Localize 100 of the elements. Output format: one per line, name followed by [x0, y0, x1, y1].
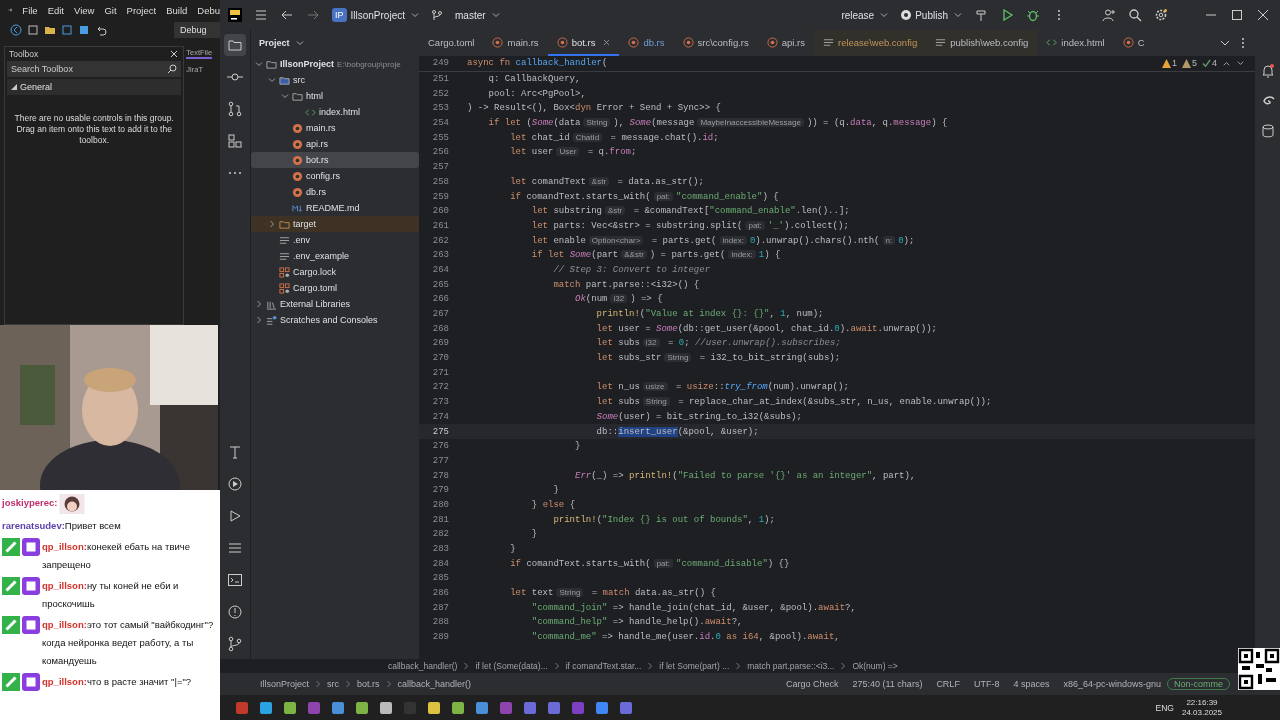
forward-icon[interactable]: [306, 8, 320, 22]
editor-tab[interactable]: C: [1113, 30, 1154, 56]
save-all-icon[interactable]: [78, 24, 90, 36]
tree-item[interactable]: Cargo.toml: [279, 282, 337, 294]
configuration-dropdown[interactable]: Debug: [174, 22, 220, 38]
run-icon[interactable]: [1000, 8, 1014, 22]
tool-window-title[interactable]: Project: [259, 38, 304, 48]
path-segment[interactable]: IllsonProject: [260, 679, 310, 689]
new-project-icon[interactable]: [27, 24, 39, 36]
status-item[interactable]: UTF-8: [973, 679, 1000, 689]
app-icon[interactable]: [330, 699, 346, 716]
line-number: 259: [431, 191, 450, 202]
tree-item[interactable]: target: [279, 218, 316, 230]
undo-icon[interactable]: [95, 24, 107, 36]
clock-date[interactable]: 24.03.2025: [1181, 707, 1222, 718]
status-item[interactable]: 4 spaces: [1013, 679, 1050, 689]
path-segment[interactable]: callback_handler(): [397, 679, 472, 689]
app-icon[interactable]: [426, 699, 442, 716]
tree-item[interactable]: .env_example: [279, 250, 350, 262]
editor-tab[interactable]: index.html: [1037, 30, 1114, 56]
menu-item[interactable]: File: [22, 4, 38, 16]
close-icon[interactable]: [1256, 8, 1270, 22]
hammer-icon[interactable]: [974, 8, 988, 22]
toolbox-group[interactable]: General: [7, 79, 182, 95]
menu-item[interactable]: Debu: [197, 4, 220, 16]
folder-icon[interactable]: [44, 24, 56, 36]
app-icon[interactable]: [378, 699, 394, 716]
tree-item[interactable]: config.rs: [292, 170, 340, 182]
editor-tab[interactable]: main.rs: [483, 30, 548, 56]
tree-item[interactable]: api.rs: [292, 138, 328, 150]
search-icon[interactable]: [167, 64, 178, 74]
menu-item[interactable]: Project: [126, 4, 157, 16]
search-icon[interactable]: [1128, 8, 1142, 22]
project-dropdown[interactable]: IllsonProject: [350, 9, 419, 21]
breadcrumb[interactable]: if comandText.star...: [565, 661, 642, 671]
branch-dropdown[interactable]: master: [455, 9, 500, 21]
editor-tab[interactable]: Cargo.toml: [419, 30, 484, 56]
line-number: 252: [431, 88, 450, 99]
tree-item[interactable]: index.html: [305, 106, 361, 118]
warning-count[interactable]: 5: [1181, 58, 1197, 68]
menu-item[interactable]: Edit: [47, 4, 64, 16]
publish-button[interactable]: Publish: [900, 9, 962, 21]
menu-item[interactable]: Build: [166, 4, 188, 16]
language-indicator[interactable]: ENG: [1155, 702, 1174, 713]
save-icon[interactable]: [61, 24, 73, 36]
editor-tab[interactable]: release\web.config: [813, 30, 927, 56]
line-number: 262: [431, 235, 450, 246]
app-icon[interactable]: [282, 699, 298, 716]
path-segment[interactable]: bot.rs: [357, 679, 380, 689]
app-icon[interactable]: [354, 699, 370, 716]
tree-item[interactable]: Scratches and Consoles: [266, 314, 378, 326]
tree-item[interactable]: IllsonProject: [266, 58, 334, 70]
menu-item[interactable]: View: [74, 4, 95, 16]
menu-item[interactable]: Git: [104, 4, 117, 16]
status-item[interactable]: x86_64-pc-windows-gnu: [1063, 679, 1161, 689]
tree-item[interactable]: README.md: [292, 202, 360, 214]
maximize-icon[interactable]: [1230, 8, 1244, 22]
editor-tab[interactable]: src\config.rs: [673, 30, 758, 56]
error-count[interactable]: 1: [1161, 58, 1177, 68]
badge-icon: [22, 673, 40, 691]
line-number: 264: [431, 264, 450, 275]
check-count[interactable]: 4: [1202, 58, 1217, 68]
tree-item[interactable]: External Libraries: [266, 298, 351, 310]
tree-item[interactable]: src: [279, 74, 305, 86]
tree-item[interactable]: Cargo.lock: [279, 266, 337, 278]
run-configuration-dropdown[interactable]: release: [841, 9, 889, 21]
tree-item[interactable]: html: [292, 90, 323, 102]
separator-icon: [553, 662, 560, 670]
chevron-down-icon[interactable]: [1236, 58, 1245, 68]
breadcrumb[interactable]: if let (Some(data)...: [475, 661, 548, 671]
breadcrumb[interactable]: Ok(num) =>: [852, 661, 898, 671]
breadcrumb[interactable]: if let Some(part) ...: [659, 661, 730, 671]
tree-item[interactable]: main.rs: [292, 122, 336, 134]
tree-item[interactable]: db.rs: [292, 186, 326, 198]
back-icon[interactable]: [10, 24, 22, 36]
app-icon[interactable]: [594, 699, 610, 716]
search-field[interactable]: Search Toolbox: [7, 61, 182, 77]
editor-tab[interactable]: api.rs: [757, 30, 814, 56]
tree-item[interactable]: bot.rs: [292, 154, 329, 166]
breadcrumb[interactable]: match part.parse::<i3...: [747, 661, 835, 671]
app-icon[interactable]: [258, 699, 274, 716]
line-number: 282: [431, 529, 450, 540]
settings-icon[interactable]: [1154, 8, 1168, 22]
folder-icon[interactable]: [224, 34, 246, 56]
editor-tab[interactable]: db.rs: [619, 30, 674, 56]
editor-tab[interactable]: publish\web.config: [926, 30, 1038, 56]
close-icon[interactable]: [169, 49, 180, 59]
status-item[interactable]: Cargo Check: [785, 679, 839, 689]
caret-position[interactable]: 275:40 (11 chars): [852, 679, 923, 689]
back-icon[interactable]: [280, 8, 294, 22]
path-segment[interactable]: src: [327, 679, 340, 689]
add-user-icon[interactable]: [1102, 8, 1116, 22]
app-icon[interactable]: [474, 699, 490, 716]
breadcrumb[interactable]: callback_handler(): [388, 661, 458, 671]
tree-item[interactable]: .env: [279, 234, 310, 246]
app-icon[interactable]: [450, 699, 466, 716]
status-item[interactable]: CRLF: [936, 679, 960, 689]
clock-time[interactable]: 22:16:39: [1186, 697, 1218, 708]
bug-icon[interactable]: [1026, 8, 1040, 22]
menu-icon[interactable]: [254, 8, 268, 22]
